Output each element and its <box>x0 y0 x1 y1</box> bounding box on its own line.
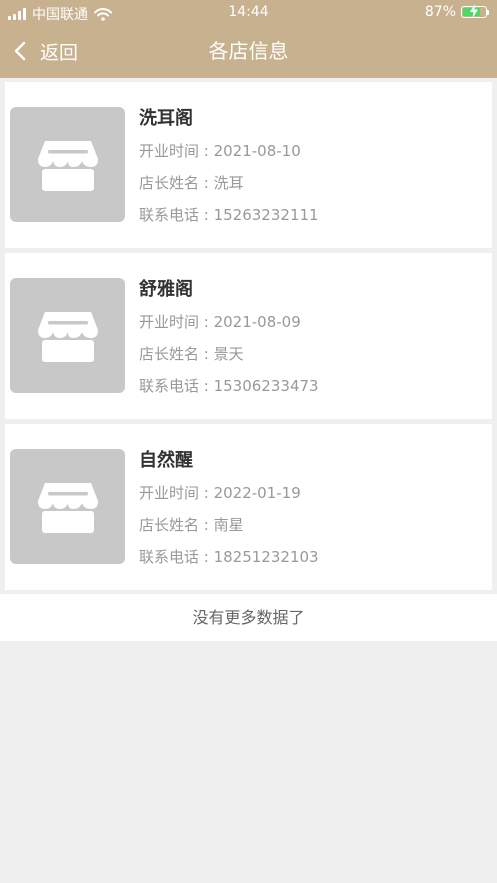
shop-card[interactable]: 洗耳阁 开业时间 : 2021-08-10 店长姓名 : 洗耳 联系电话 : 1… <box>5 82 492 248</box>
manager-label: 店长姓名 : <box>139 345 214 363</box>
status-right: 87% <box>425 4 489 20</box>
phone-row: 联系电话 : 18251232103 <box>139 546 319 567</box>
manager-value: 南星 <box>213 516 244 534</box>
shop-card[interactable]: 自然醒 开业时间 : 2022-01-19 店长姓名 : 南星 联系电话 : 1… <box>5 424 492 590</box>
store-icon <box>37 311 98 362</box>
phone-row: 联系电话 : 15306233473 <box>139 375 319 396</box>
page-title: 各店信息 <box>208 39 289 63</box>
open-time-label: 开业时间 : <box>139 142 214 160</box>
shop-name: 洗耳阁 <box>139 108 193 129</box>
open-time-value: 2021-08-10 <box>213 142 301 160</box>
status-bar: 中国联通 14:44 87% <box>0 0 497 26</box>
manager-value: 景天 <box>213 345 244 363</box>
store-icon <box>37 140 98 191</box>
manager-value: 洗耳 <box>213 174 244 192</box>
open-time-value: 2022-01-19 <box>213 484 301 502</box>
open-time-label: 开业时间 : <box>139 313 214 331</box>
battery-icon <box>461 4 489 18</box>
open-time-row: 开业时间 : 2021-08-10 <box>139 140 301 161</box>
open-time-row: 开业时间 : 2022-01-19 <box>139 482 301 503</box>
store-icon <box>37 482 98 533</box>
manager-row: 店长姓名 : 洗耳 <box>139 172 244 193</box>
manager-label: 店长姓名 : <box>139 516 214 534</box>
manager-row: 店长姓名 : 景天 <box>139 343 244 364</box>
shop-card[interactable]: 舒雅阁 开业时间 : 2021-08-09 店长姓名 : 景天 联系电话 : 1… <box>5 253 492 419</box>
shop-name: 自然醒 <box>139 450 193 471</box>
open-time-row: 开业时间 : 2021-08-09 <box>139 311 301 332</box>
phone-label: 联系电话 : <box>139 206 214 224</box>
phone-value: 15306233473 <box>213 377 319 395</box>
shop-thumbnail <box>10 278 125 393</box>
phone-value: 15263232111 <box>213 206 319 224</box>
shop-thumbnail <box>10 449 125 564</box>
status-time: 14:44 <box>228 4 269 20</box>
shop-name: 舒雅阁 <box>139 279 193 300</box>
manager-row: 店长姓名 : 南星 <box>139 514 244 535</box>
phone-label: 联系电话 : <box>139 377 214 395</box>
manager-label: 店长姓名 : <box>139 174 214 192</box>
phone-value: 18251232103 <box>213 548 319 566</box>
open-time-label: 开业时间 : <box>139 484 214 502</box>
header: 中国联通 14:44 87% 返回 各店信息 <box>0 0 497 78</box>
open-time-value: 2021-08-09 <box>213 313 301 331</box>
nav-bar: 返回 各店信息 <box>0 26 497 76</box>
shop-thumbnail <box>10 107 125 222</box>
phone-label: 联系电话 : <box>139 548 214 566</box>
no-more-data-text: 没有更多数据了 <box>0 594 497 641</box>
battery-percent: 87% <box>424 4 456 20</box>
phone-row: 联系电话 : 15263232111 <box>139 204 319 225</box>
